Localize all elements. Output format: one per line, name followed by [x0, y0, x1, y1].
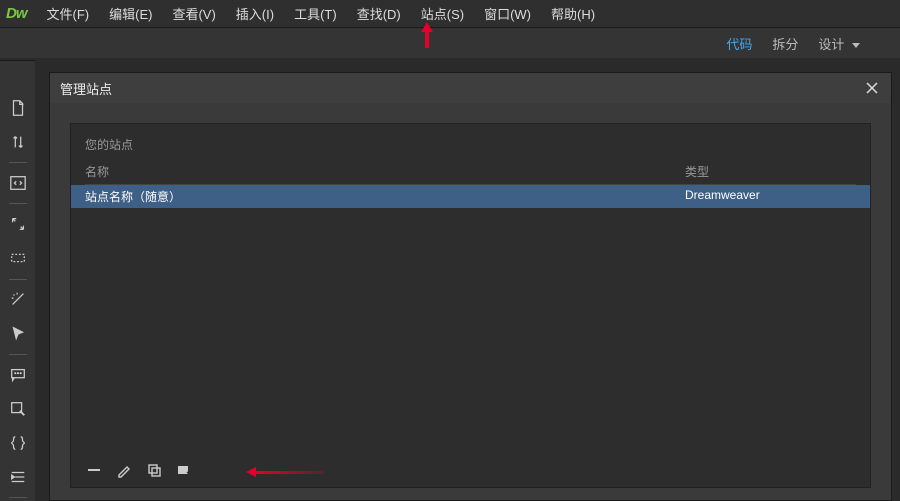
manage-sites-dialog: 管理站点 您的站点 名称 类型 站点名称（随意） Dreamweaver [49, 72, 892, 501]
dialog-body: 您的站点 名称 类型 站点名称（随意） Dreamweaver [50, 103, 891, 500]
menu-window[interactable]: 窗口(W) [474, 0, 541, 27]
site-row[interactable]: 站点名称（随意） Dreamweaver [71, 185, 870, 208]
select-dashed-icon[interactable] [7, 249, 29, 267]
code-brackets-icon[interactable] [7, 174, 29, 192]
close-icon[interactable] [863, 79, 881, 97]
your-sites-label: 您的站点 [85, 136, 856, 153]
duplicate-site-icon[interactable] [145, 461, 163, 479]
menu-help[interactable]: 帮助(H) [541, 0, 605, 27]
menu-bar: Dw 文件(F) 编辑(E) 查看(V) 插入(I) 工具(T) 查找(D) 站… [0, 0, 900, 28]
wand-icon[interactable] [7, 290, 29, 308]
remove-site-icon[interactable] [85, 461, 103, 479]
sites-panel: 您的站点 名称 类型 站点名称（随意） Dreamweaver [70, 123, 871, 488]
view-tab-design[interactable]: 设计 [818, 34, 860, 53]
menu-site[interactable]: 站点(S) [411, 0, 474, 27]
menu-find[interactable]: 查找(D) [347, 0, 411, 27]
chevron-down-icon [852, 43, 860, 48]
expand-tag-icon[interactable] [7, 215, 29, 233]
view-toolbar: 代码 拆分 设计 [0, 28, 900, 58]
export-site-icon[interactable] [175, 461, 193, 479]
menu-view[interactable]: 查看(V) [162, 0, 225, 27]
app-logo: Dw [6, 5, 27, 22]
left-toolbar [0, 60, 35, 501]
column-headers: 名称 类型 [85, 163, 856, 185]
view-tab-split[interactable]: 拆分 [772, 34, 798, 53]
dialog-titlebar: 管理站点 [50, 73, 891, 103]
site-row-name: 站点名称（随意） [85, 188, 685, 205]
view-tab-design-label: 设计 [818, 37, 844, 52]
site-actions [85, 461, 193, 479]
inspect-icon[interactable] [7, 400, 29, 418]
view-tab-code[interactable]: 代码 [726, 34, 752, 53]
indent-icon[interactable] [7, 468, 29, 486]
menu-file[interactable]: 文件(F) [37, 0, 100, 27]
braces-icon[interactable] [7, 434, 29, 452]
menu-tools[interactable]: 工具(T) [284, 0, 347, 27]
cursor-arrow-icon[interactable] [7, 325, 29, 343]
site-row-type: Dreamweaver [685, 188, 856, 205]
annotation-arrow-left [246, 467, 324, 477]
column-header-type[interactable]: 类型 [685, 163, 856, 180]
new-file-icon[interactable] [7, 99, 29, 117]
comment-icon[interactable] [7, 366, 29, 384]
menu-edit[interactable]: 编辑(E) [99, 0, 162, 27]
arrows-updown-icon[interactable] [7, 133, 29, 151]
menu-insert[interactable]: 插入(I) [226, 0, 284, 27]
dialog-title: 管理站点 [60, 79, 112, 98]
column-header-name[interactable]: 名称 [85, 163, 685, 180]
edit-site-icon[interactable] [115, 461, 133, 479]
